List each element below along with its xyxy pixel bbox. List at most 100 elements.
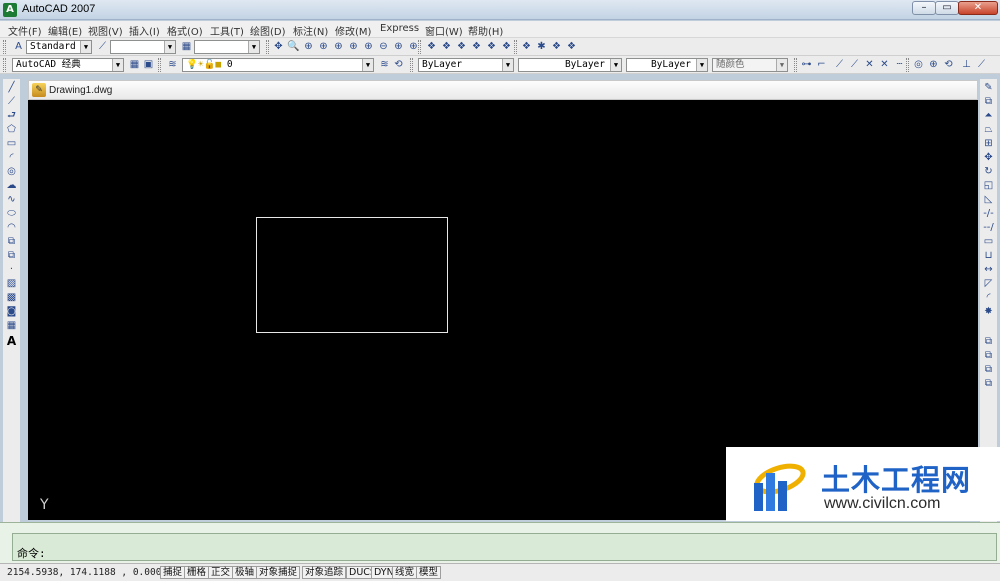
draworder-under-icon[interactable]: ⧉	[982, 377, 995, 390]
revision-cloud-icon[interactable]: ☁	[5, 179, 18, 192]
layer-previous-icon[interactable]: ⟲	[392, 58, 405, 71]
dim-baseline-icon[interactable]: ⊕	[927, 58, 940, 71]
extend-icon[interactable]: --/	[982, 221, 995, 234]
otrack-toggle[interactable]: 对象追踪	[302, 566, 347, 579]
trim-icon[interactable]: -/-	[982, 207, 995, 220]
gradient-icon[interactable]: ▩	[5, 291, 18, 304]
maximize-button[interactable]: ▭	[935, 1, 959, 15]
zoom-out-icon[interactable]: ⊖	[377, 40, 390, 53]
draworder-back-icon[interactable]: ⧉	[982, 349, 995, 362]
table-style-select[interactable]: ▼	[194, 40, 260, 54]
offset-icon[interactable]: ⏢	[982, 123, 995, 136]
toolbar-grip[interactable]	[906, 58, 909, 72]
zoom-all-icon[interactable]: ⊕	[392, 40, 405, 53]
zoom-realtime-icon[interactable]: 🔍	[287, 40, 300, 53]
zoom-scale-icon[interactable]: ⊕	[332, 40, 345, 53]
lineweight-select[interactable]: ByLayer ▼	[626, 58, 708, 72]
ellipse-arc-icon[interactable]: ◠	[5, 221, 18, 234]
circle-icon[interactable]: ◎	[5, 165, 18, 178]
scale-icon[interactable]: ◱	[982, 179, 995, 192]
menu-window[interactable]: 窗口(W)	[425, 23, 463, 38]
make-block-icon[interactable]: ⧉	[5, 249, 18, 262]
join-icon[interactable]: ↔	[982, 263, 995, 276]
ellipse-icon[interactable]: ⬭	[5, 207, 18, 220]
point-icon[interactable]: ·	[5, 263, 18, 276]
toolbar-grip[interactable]	[266, 40, 269, 54]
dim-quick-icon[interactable]: ◎	[912, 58, 925, 71]
ortho-toggle[interactable]: 正交	[208, 566, 234, 579]
markup-icon[interactable]: ❖	[485, 40, 498, 53]
menu-file[interactable]: 文件(F)	[8, 23, 42, 38]
chamfer-icon[interactable]: ◸	[982, 277, 995, 290]
drawn-rectangle[interactable]	[256, 217, 448, 333]
zoom-in-icon[interactable]: ⊕	[362, 40, 375, 53]
menu-dimension[interactable]: 标注(N)	[293, 23, 328, 38]
document-tab[interactable]: ✎ Drawing1.dwg	[28, 80, 978, 100]
layer-manager-icon[interactable]: ≋	[166, 58, 179, 71]
menu-help[interactable]: 帮助(H)	[468, 23, 503, 38]
layer-isolate-icon[interactable]: ❖	[565, 40, 578, 53]
text-style-icon[interactable]: A	[12, 40, 25, 53]
hatch-icon[interactable]: ▨	[5, 277, 18, 290]
toolbar-grip[interactable]	[3, 58, 6, 72]
text-style-select[interactable]: Standard ▼	[26, 40, 92, 54]
minimize-button[interactable]: –	[912, 1, 936, 15]
plot-style-select[interactable]: 随颜色 ▼	[712, 58, 788, 72]
menu-view[interactable]: 视图(V)	[88, 23, 123, 38]
toolbar-grip[interactable]	[410, 58, 413, 72]
save-workspace-icon[interactable]: ▣	[142, 58, 155, 71]
dim-style-icon[interactable]: ⟋	[96, 40, 109, 53]
dim-linear-icon[interactable]: ⊶	[800, 58, 813, 71]
dim-radius-icon[interactable]: ✕	[863, 58, 876, 71]
polar-toggle[interactable]: 极轴	[232, 566, 258, 579]
toolbar-grip[interactable]	[418, 40, 421, 54]
grid-toggle[interactable]: 栅格	[184, 566, 210, 579]
dim-ordinate-icon[interactable]: ⌐	[815, 58, 828, 71]
design-center-icon[interactable]: ❖	[440, 40, 453, 53]
menu-edit[interactable]: 编辑(E)	[48, 23, 82, 38]
draworder-front-icon[interactable]: ⧉	[982, 335, 995, 348]
zoom-window-icon[interactable]: ⊕	[302, 40, 315, 53]
dim-aligned-icon[interactable]: ⟋	[833, 58, 846, 71]
command-line[interactable]: 命令:	[12, 533, 997, 561]
layer-select[interactable]: 💡☀🔓■ 0 ▼	[182, 58, 374, 72]
insert-block-icon[interactable]: ⧉	[5, 235, 18, 248]
menu-draw[interactable]: 绘图(D)	[250, 23, 286, 38]
workspace-select[interactable]: AutoCAD 经典 ▼	[12, 58, 124, 72]
toolbar-grip[interactable]	[514, 40, 517, 54]
line-icon[interactable]: ╱	[5, 81, 18, 94]
lineweight-toggle[interactable]: 线宽	[392, 566, 418, 579]
explode-icon[interactable]: ✸	[982, 305, 995, 318]
polyline-icon[interactable]: ⮐	[5, 109, 18, 122]
table-style-icon[interactable]: ▦	[180, 40, 193, 53]
rectangle-icon[interactable]: ▭	[5, 137, 18, 150]
spline-icon[interactable]: ∿	[5, 193, 18, 206]
toolbar-grip[interactable]	[794, 58, 797, 72]
layer-match-icon[interactable]: ❖	[550, 40, 563, 53]
zoom-center-icon[interactable]: ⊕	[347, 40, 360, 53]
toolbar-grip[interactable]	[158, 58, 161, 72]
linetype-select[interactable]: ByLayer ▼	[518, 58, 622, 72]
arc-icon[interactable]: ◜	[5, 151, 18, 164]
move-icon[interactable]: ✥	[982, 151, 995, 164]
sheet-set-icon[interactable]: ❖	[470, 40, 483, 53]
copy-icon[interactable]: ⧉	[982, 95, 995, 108]
break-at-point-icon[interactable]: ▭	[982, 235, 995, 248]
draworder-above-icon[interactable]: ⧉	[982, 363, 995, 376]
quickcalc-icon[interactable]: ❖	[500, 40, 513, 53]
dim-continue-icon[interactable]: ⟲	[942, 58, 955, 71]
dim-arc-icon[interactable]: ⟋	[848, 58, 861, 71]
tool-palettes-icon[interactable]: ❖	[455, 40, 468, 53]
dim-diameter-icon[interactable]: ✕	[878, 58, 891, 71]
color-select[interactable]: ByLayer ▼	[418, 58, 514, 72]
menu-modify[interactable]: 修改(M)	[335, 23, 371, 38]
stretch-icon[interactable]: ◺	[982, 193, 995, 206]
menu-insert[interactable]: 插入(I)	[129, 23, 160, 38]
polygon-icon[interactable]: ⬠	[5, 123, 18, 136]
array-icon[interactable]: ⊞	[982, 137, 995, 150]
toolbar-grip[interactable]	[3, 40, 6, 54]
construction-line-icon[interactable]: ⟋	[5, 95, 18, 108]
properties-icon[interactable]: ❖	[425, 40, 438, 53]
menu-tools[interactable]: 工具(T)	[210, 23, 244, 38]
multiline-text-icon[interactable]: A	[5, 335, 18, 348]
